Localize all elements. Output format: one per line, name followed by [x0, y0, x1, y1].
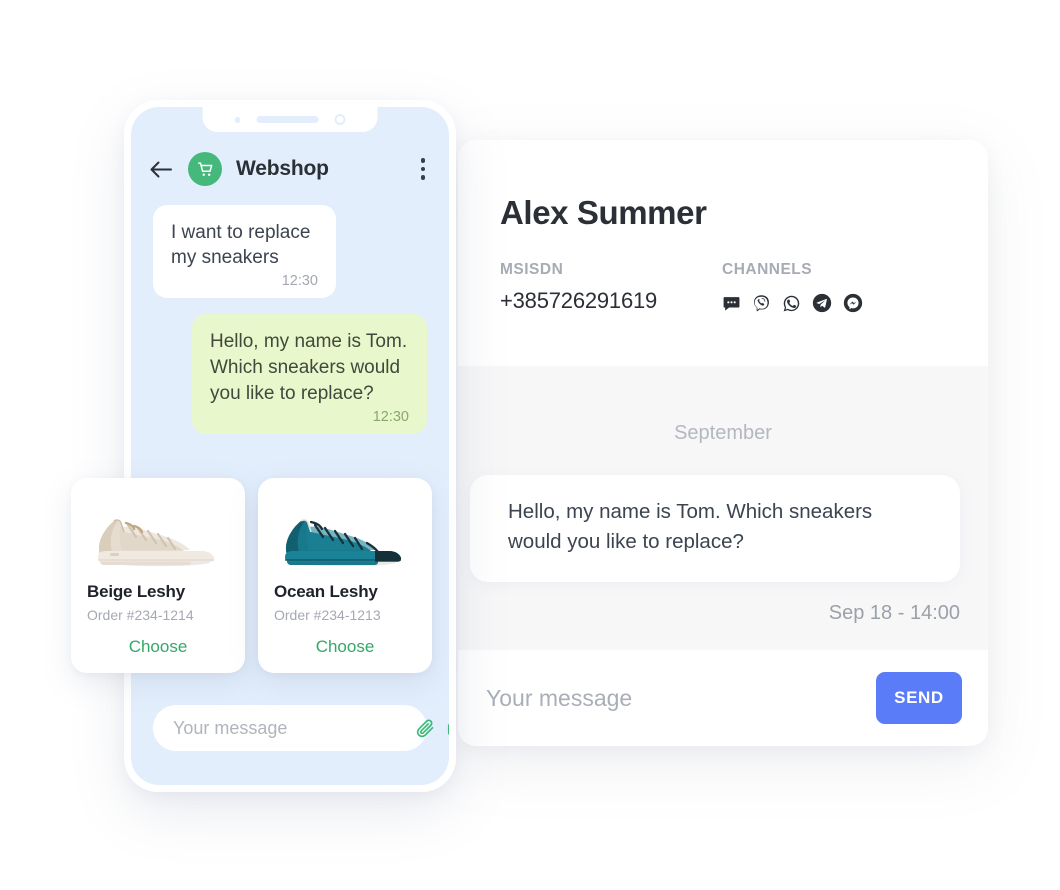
channels-label: CHANNELS: [722, 261, 813, 278]
phone-chat-title: Webshop: [236, 157, 329, 180]
msisdn-value: +385726291619: [500, 288, 658, 313]
contact-name: Alex Summer: [500, 194, 707, 231]
notch-sensor-dot: [234, 116, 241, 123]
product-card-ocean[interactable]: Ocean Leshy Order #234-1213 Choose: [258, 478, 432, 673]
phone-outgoing-text: Hello, my name is Tom. Which sneakers wo…: [210, 330, 408, 404]
phone-notch: [202, 107, 378, 132]
channel-icon-list: [722, 288, 972, 313]
mockup-stage: Alex Summer MSISDN +385726291619 CHANNEL…: [0, 0, 1060, 890]
product-order-number: Order #234-1213: [274, 607, 381, 623]
desktop-chat-panel: Alex Summer MSISDN +385726291619 CHANNEL…: [458, 140, 988, 746]
messenger-icon[interactable]: [843, 293, 863, 313]
phone-screen: Webshop I want to replace my sneakers 12…: [131, 107, 449, 785]
product-image-ocean: [274, 492, 416, 578]
date-divider: September: [674, 422, 772, 444]
product-name: Ocean Leshy: [274, 582, 378, 601]
product-image-beige: [87, 492, 229, 578]
telegram-icon[interactable]: [812, 293, 832, 313]
desktop-message-timestamp: Sep 18 - 14:00: [828, 601, 960, 624]
notch-camera: [334, 114, 346, 125]
phone-incoming-time: 12:30: [281, 272, 318, 289]
contact-meta-row: MSISDN +385726291619 CHANNELS: [500, 261, 988, 314]
desktop-message-input[interactable]: [486, 684, 876, 712]
desktop-send-bar: SEND: [458, 650, 988, 746]
back-arrow-icon[interactable]: [149, 160, 174, 179]
shopping-cart-icon: [188, 152, 222, 186]
desktop-message-bubble: Hello, my name is Tom. Which sneakers wo…: [470, 475, 960, 582]
notch-speaker: [256, 116, 319, 123]
kebab-menu-icon[interactable]: [417, 154, 430, 184]
desktop-bubble-row: Hello, my name is Tom. Which sneakers wo…: [458, 475, 988, 582]
phone-outgoing-bubble: Hello, my name is Tom. Which sneakers wo…: [192, 313, 427, 435]
msisdn-label: MSISDN: [500, 261, 564, 278]
product-card-row: Beige Leshy Order #234-1214 Choose Ocean…: [71, 478, 432, 673]
product-name: Beige Leshy: [87, 582, 185, 601]
msisdn-block: MSISDN +385726291619: [500, 261, 722, 314]
contact-header: Alex Summer MSISDN +385726291619 CHANNEL…: [458, 140, 988, 366]
phone-chat-header: Webshop: [131, 145, 449, 193]
sms-icon[interactable]: [722, 294, 741, 313]
phone-incoming-bubble: I want to replace my sneakers 12:30: [153, 205, 336, 298]
phone-outgoing-time: 12:30: [372, 409, 409, 426]
phone-input-bar: [153, 705, 449, 751]
camera-icon[interactable]: [446, 718, 449, 739]
phone-message-input[interactable]: [173, 717, 405, 739]
viber-icon[interactable]: [752, 294, 771, 313]
choose-button[interactable]: Choose: [87, 637, 229, 657]
product-order-number: Order #234-1214: [87, 607, 194, 623]
desktop-message-stream: September Hello, my name is Tom. Which s…: [458, 366, 988, 650]
product-card-beige[interactable]: Beige Leshy Order #234-1214 Choose: [71, 478, 245, 673]
phone-mockup: Webshop I want to replace my sneakers 12…: [124, 100, 456, 792]
choose-button[interactable]: Choose: [274, 637, 416, 657]
paperclip-icon[interactable]: [415, 718, 436, 739]
channels-block: CHANNELS: [722, 261, 972, 313]
send-button[interactable]: SEND: [876, 672, 962, 724]
phone-incoming-text: I want to replace my sneakers: [171, 222, 311, 269]
whatsapp-icon[interactable]: [782, 294, 801, 313]
